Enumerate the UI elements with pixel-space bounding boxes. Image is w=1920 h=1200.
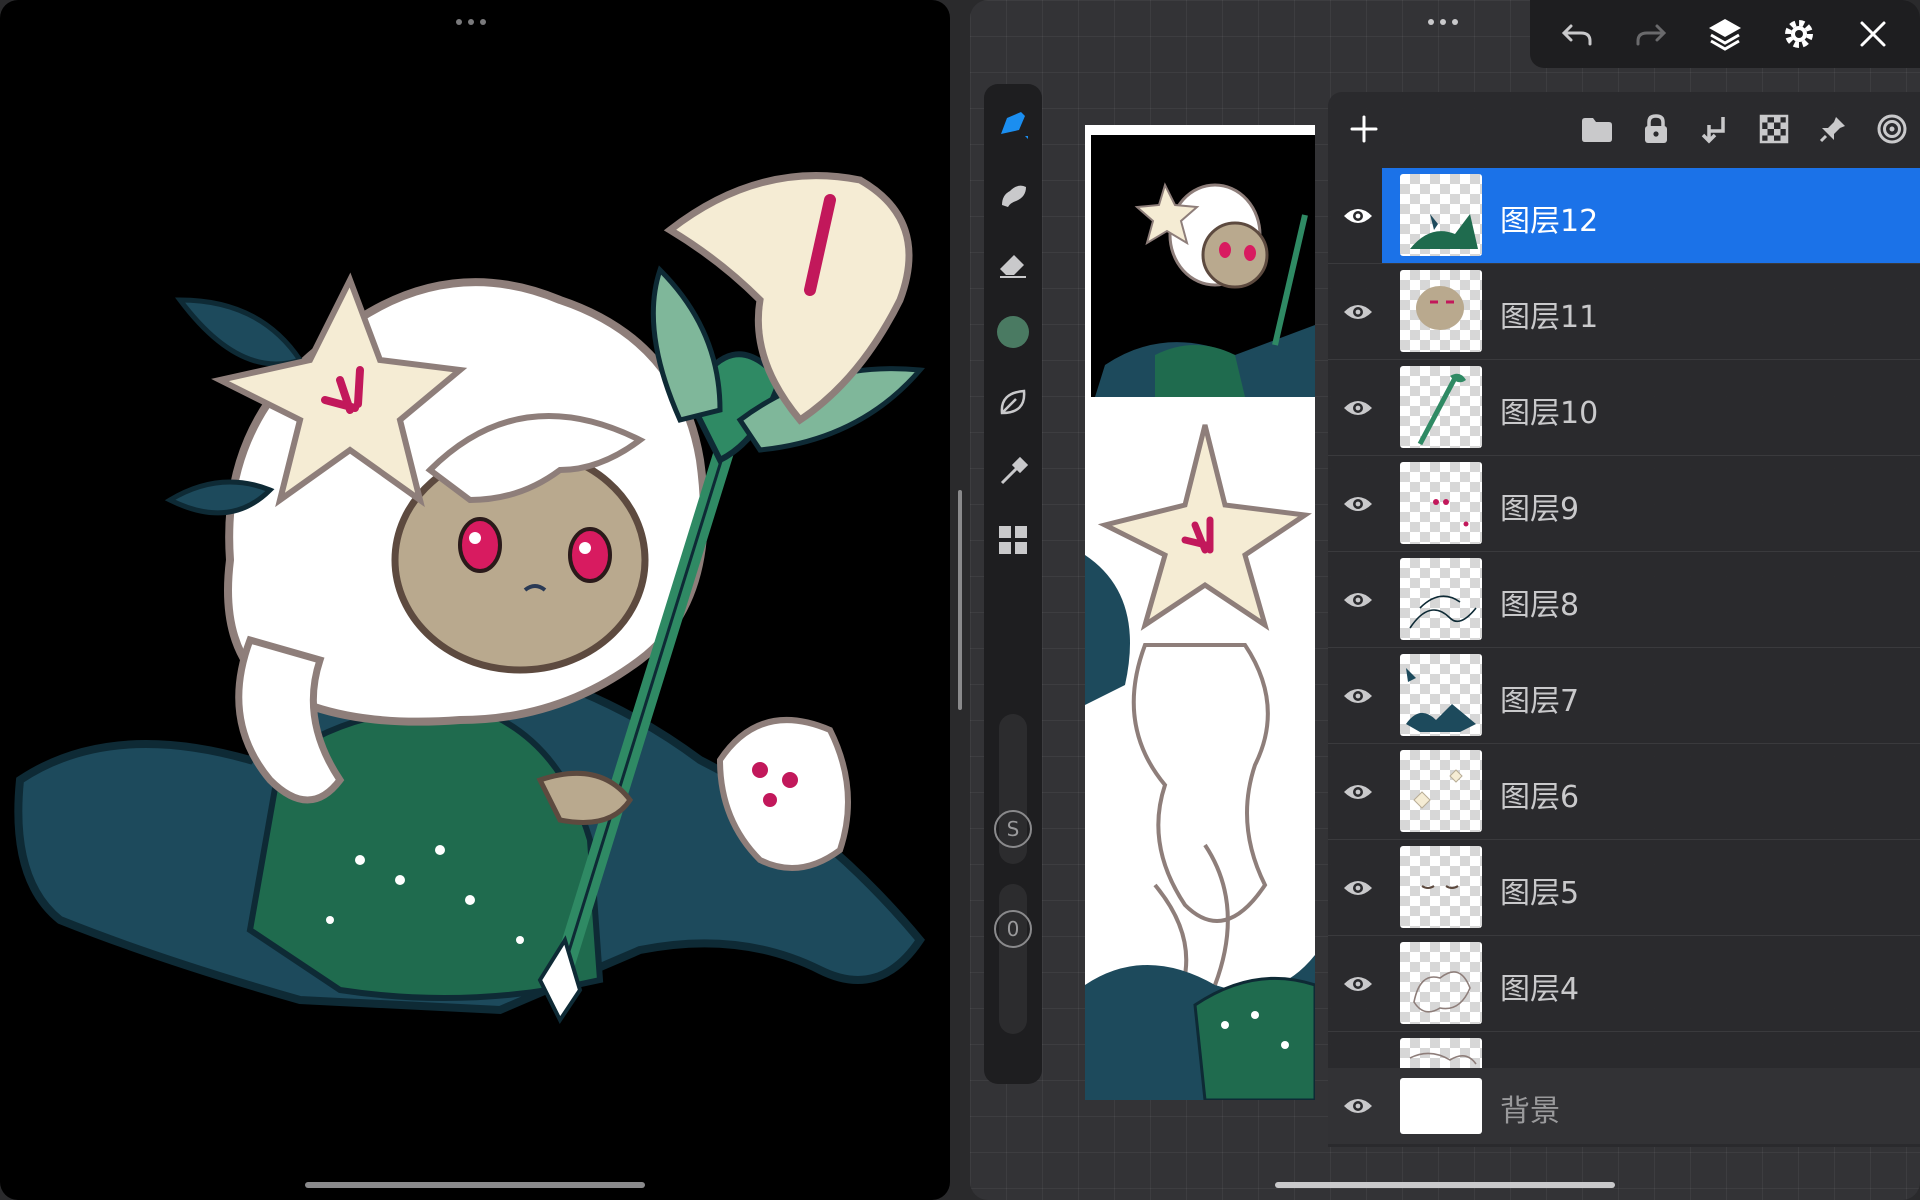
visibility-eye-icon[interactable] bbox=[1340, 294, 1376, 330]
layer-name: 图层7 bbox=[1500, 684, 1580, 719]
layer-thumbnail bbox=[1400, 750, 1482, 832]
opacity-indicator: 0 bbox=[994, 910, 1032, 948]
lock-icon[interactable] bbox=[1636, 109, 1676, 149]
procreate-pane: S 0 图层12 图层11 图层10 图层9 图层8 图层7 图层6 图层5 图… bbox=[970, 0, 1920, 1200]
background-layer-row[interactable]: 背景 bbox=[1328, 1068, 1920, 1144]
layer-row-10[interactable]: 图层10 bbox=[1328, 360, 1920, 456]
redo-icon[interactable] bbox=[1629, 12, 1673, 56]
layer-name: 图层9 bbox=[1500, 492, 1580, 527]
eyedropper-icon[interactable] bbox=[993, 452, 1033, 492]
checker-icon[interactable] bbox=[1754, 109, 1794, 149]
visibility-eye-icon[interactable] bbox=[1340, 390, 1376, 426]
multitask-handle-right[interactable] bbox=[1428, 19, 1458, 25]
eraser-icon[interactable] bbox=[993, 244, 1033, 284]
brush-icon[interactable] bbox=[993, 104, 1033, 144]
canvas-artwork bbox=[1085, 135, 1315, 1100]
layers-header bbox=[1328, 92, 1920, 168]
layer-row-6[interactable]: 图层6 bbox=[1328, 744, 1920, 840]
split-view-divider[interactable] bbox=[958, 490, 962, 710]
pin-icon[interactable] bbox=[1813, 109, 1853, 149]
layers-panel: 图层12 图层11 图层10 图层9 图层8 图层7 图层6 图层5 图层4 背… bbox=[1328, 92, 1920, 1147]
target-icon[interactable] bbox=[1872, 109, 1912, 149]
layer-thumbnail bbox=[1400, 366, 1482, 448]
reference-image-pane bbox=[0, 0, 950, 1200]
layers-icon[interactable] bbox=[1703, 12, 1747, 56]
visibility-eye-icon[interactable] bbox=[1340, 966, 1376, 1002]
visibility-eye-icon[interactable] bbox=[1340, 870, 1376, 906]
top-toolbar bbox=[1530, 0, 1920, 68]
layer-name: 图层10 bbox=[1500, 396, 1599, 431]
undo-icon[interactable] bbox=[1555, 12, 1599, 56]
home-indicator-right bbox=[1275, 1182, 1615, 1188]
layer-thumbnail bbox=[1400, 558, 1482, 640]
home-indicator bbox=[305, 1182, 645, 1188]
layer-row-11[interactable]: 图层11 bbox=[1328, 264, 1920, 360]
layer-thumbnail bbox=[1400, 462, 1482, 544]
background-thumbnail bbox=[1400, 1078, 1482, 1134]
tool-rail: S 0 bbox=[984, 84, 1042, 1084]
visibility-eye-icon[interactable] bbox=[1340, 198, 1376, 234]
close-icon[interactable] bbox=[1851, 12, 1895, 56]
layer-name: 图层8 bbox=[1500, 588, 1580, 623]
layer-thumbnail bbox=[1400, 942, 1482, 1024]
visibility-eye-icon[interactable] bbox=[1340, 582, 1376, 618]
layer-thumbnail bbox=[1400, 270, 1482, 352]
folder-icon[interactable] bbox=[1577, 109, 1617, 149]
layer-row-9[interactable]: 图层9 bbox=[1328, 456, 1920, 552]
gallery-grid-icon[interactable] bbox=[993, 520, 1033, 560]
background-layer-name: 背景 bbox=[1500, 1094, 1560, 1129]
layer-name: 图层11 bbox=[1500, 300, 1599, 335]
visibility-eye-icon[interactable] bbox=[1340, 1088, 1376, 1124]
layer-row-12[interactable]: 图层12 bbox=[1328, 168, 1920, 264]
layer-row-5[interactable]: 图层5 bbox=[1328, 840, 1920, 936]
layer-name: 图层12 bbox=[1500, 204, 1599, 239]
visibility-eye-icon[interactable] bbox=[1340, 774, 1376, 810]
drawing-canvas[interactable] bbox=[1085, 125, 1315, 1100]
layer-row-7[interactable]: 图层7 bbox=[1328, 648, 1920, 744]
layer-thumbnail bbox=[1400, 846, 1482, 928]
layer-row-8[interactable]: 图层8 bbox=[1328, 552, 1920, 648]
layer-actions bbox=[1577, 109, 1912, 149]
brush-size-indicator: S bbox=[994, 810, 1032, 848]
reference-artwork bbox=[14, 172, 926, 1024]
layer-thumbnail bbox=[1400, 174, 1482, 256]
opacity-slider[interactable] bbox=[999, 884, 1027, 1034]
color-swatch[interactable] bbox=[993, 312, 1033, 352]
leaf-icon[interactable] bbox=[993, 382, 1033, 422]
layer-name: 图层4 bbox=[1500, 972, 1580, 1007]
merge-down-icon[interactable] bbox=[1695, 109, 1735, 149]
settings-icon[interactable] bbox=[1777, 12, 1821, 56]
visibility-eye-icon[interactable] bbox=[1340, 486, 1376, 522]
visibility-eye-icon[interactable] bbox=[1340, 678, 1376, 714]
layer-name: 图层6 bbox=[1500, 780, 1580, 815]
layer-thumbnail bbox=[1400, 654, 1482, 736]
layer-name: 图层5 bbox=[1500, 876, 1580, 911]
add-layer-button[interactable] bbox=[1344, 109, 1384, 149]
smudge-icon[interactable] bbox=[993, 174, 1033, 214]
layer-row-4[interactable]: 图层4 bbox=[1328, 936, 1920, 1032]
